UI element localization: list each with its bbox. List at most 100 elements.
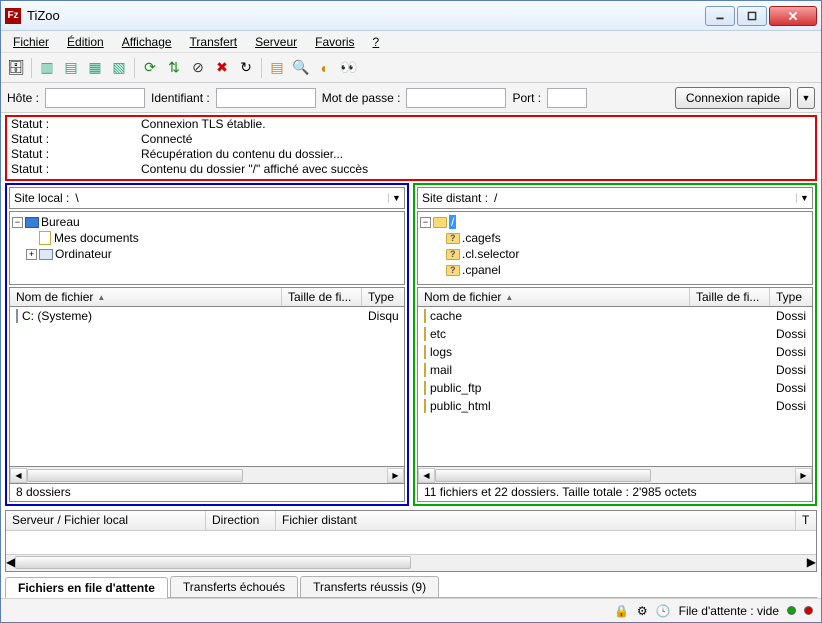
col-type[interactable]: Type (362, 288, 404, 306)
quickconnect-dropdown[interactable]: ▼ (797, 87, 815, 109)
queue-col-server[interactable]: Serveur / Fichier local (6, 511, 206, 530)
list-item[interactable]: etcDossi (418, 325, 812, 343)
list-item[interactable]: C: (Systeme) Disqu (10, 307, 404, 325)
queue-col-remote[interactable]: Fichier distant (276, 511, 796, 530)
folder-icon (424, 381, 426, 395)
scroll-left-icon[interactable]: ◀ (6, 555, 15, 571)
tab-failed[interactable]: Transferts échoués (170, 576, 298, 597)
reconnect-icon[interactable]: ↻ (235, 57, 257, 79)
col-size[interactable]: Taille de fi... (690, 288, 770, 306)
toggle-log-icon[interactable]: ▥ (36, 57, 58, 79)
minimize-button[interactable] (705, 6, 735, 26)
log-label: Statut : (11, 132, 141, 147)
col-name[interactable]: Nom de fichier▲ (418, 288, 690, 306)
port-label: Port : (512, 91, 541, 105)
col-size[interactable]: Taille de fi... (282, 288, 362, 306)
host-input[interactable] (45, 88, 145, 108)
log-panel[interactable]: Statut :Connexion TLS établie. Statut :C… (5, 115, 817, 181)
password-label: Mot de passe : (322, 91, 401, 105)
clock-icon[interactable]: 🕓 (656, 604, 671, 618)
list-item[interactable]: mailDossi (418, 361, 812, 379)
toggle-remote-icon[interactable]: ▦ (84, 57, 106, 79)
tab-queued[interactable]: Fichiers en file d'attente (5, 577, 168, 598)
menu-server[interactable]: Serveur (247, 33, 305, 51)
close-button[interactable] (769, 6, 817, 26)
filter-icon[interactable]: ▤ (266, 57, 288, 79)
toggle-local-icon[interactable]: ▤ (60, 57, 82, 79)
tree-item[interactable]: .cpanel (462, 263, 501, 277)
log-message: Contenu du dossier "/" affiché avec succ… (141, 162, 368, 177)
process-queue-icon[interactable]: ⇅ (163, 57, 185, 79)
col-type[interactable]: Type (770, 288, 812, 306)
folder-icon (424, 309, 426, 323)
folder-icon (424, 345, 426, 359)
computer-icon (39, 247, 53, 261)
user-input[interactable] (216, 88, 316, 108)
quickconnect-button[interactable]: Connexion rapide (675, 87, 791, 109)
tree-item[interactable]: / (449, 215, 456, 229)
password-input[interactable] (406, 88, 506, 108)
scroll-right-icon[interactable]: ▶ (795, 468, 812, 483)
remote-site-label: Site distant : (418, 191, 492, 205)
gear-icon[interactable]: ⚙ (637, 604, 648, 618)
menu-help[interactable]: ? (365, 33, 388, 51)
port-input[interactable] (547, 88, 587, 108)
tree-item[interactable]: .cl.selector (462, 247, 519, 261)
tree-item[interactable]: Bureau (41, 215, 80, 229)
tree-item[interactable]: .cagefs (462, 231, 501, 245)
menu-bookmarks[interactable]: Favoris (307, 33, 362, 51)
queue-col-tail[interactable]: T (796, 511, 816, 530)
remote-file-list[interactable]: cacheDossi etcDossi logsDossi mailDossi … (417, 307, 813, 467)
log-label: Statut : (11, 162, 141, 177)
local-file-list[interactable]: C: (Systeme) Disqu (9, 307, 405, 467)
cancel-icon[interactable]: ⊘ (187, 57, 209, 79)
col-name[interactable]: Nom de fichier▲ (10, 288, 282, 306)
search-icon[interactable]: 🔍 (290, 57, 312, 79)
refresh-icon[interactable]: ⟳ (139, 57, 161, 79)
binoculars-icon[interactable]: 👀 (338, 57, 360, 79)
collapse-icon[interactable]: − (12, 217, 23, 228)
lock-icon[interactable]: 🔒 (614, 604, 629, 618)
list-item[interactable]: public_htmlDossi (418, 397, 812, 415)
menu-edit[interactable]: Édition (59, 33, 112, 51)
list-item[interactable]: cacheDossi (418, 307, 812, 325)
menu-transfer[interactable]: Transfert (182, 33, 246, 51)
collapse-icon[interactable]: − (420, 217, 431, 228)
remote-tree[interactable]: − / .cagefs .cl.selector .cpanel (417, 211, 813, 285)
document-icon (38, 231, 52, 245)
maximize-button[interactable] (737, 6, 767, 26)
tree-item[interactable]: Mes documents (54, 231, 139, 245)
folder-unknown-icon (446, 247, 460, 261)
scroll-right-icon[interactable]: ▶ (807, 555, 816, 571)
list-item[interactable]: logsDossi (418, 343, 812, 361)
tab-success[interactable]: Transferts réussis (9) (300, 576, 439, 597)
remote-pane: Site distant : ▼ − / .cagefs .cl.selector… (413, 183, 817, 506)
tree-item[interactable]: Ordinateur (55, 247, 112, 261)
expand-icon[interactable]: + (26, 249, 37, 260)
compare-icon[interactable]: ◐ (314, 57, 336, 79)
sitemanager-icon[interactable]: 🗄 (5, 57, 27, 79)
local-path-dropdown[interactable]: ▼ (388, 193, 404, 203)
statusbar: 🔒 ⚙ 🕓 File d'attente : vide (1, 598, 821, 622)
menu-file[interactable]: Fichier (5, 33, 57, 51)
list-item[interactable]: public_ftpDossi (418, 379, 812, 397)
scroll-left-icon[interactable]: ◀ (10, 468, 27, 483)
remote-path-dropdown[interactable]: ▼ (796, 193, 812, 203)
toggle-queue-icon[interactable]: ▧ (108, 57, 130, 79)
remote-hscrollbar[interactable]: ◀ ▶ (417, 467, 813, 484)
scroll-right-icon[interactable]: ▶ (387, 468, 404, 483)
desktop-icon (25, 215, 39, 229)
local-path-input[interactable] (73, 189, 388, 207)
queue-tabs: Fichiers en file d'attente Transferts éc… (5, 574, 817, 598)
queue-col-direction[interactable]: Direction (206, 511, 276, 530)
app-icon: Fz (5, 8, 21, 24)
menu-view[interactable]: Affichage (114, 33, 180, 51)
remote-path-input[interactable] (492, 189, 796, 207)
queue-body[interactable] (6, 531, 816, 554)
queue-hscrollbar[interactable]: ◀ ▶ (6, 554, 816, 571)
local-tree[interactable]: − Bureau Mes documents + Ordinateur (9, 211, 405, 285)
folder-icon (424, 399, 426, 413)
scroll-left-icon[interactable]: ◀ (418, 468, 435, 483)
disconnect-icon[interactable]: ✖ (211, 57, 233, 79)
local-hscrollbar[interactable]: ◀ ▶ (9, 467, 405, 484)
